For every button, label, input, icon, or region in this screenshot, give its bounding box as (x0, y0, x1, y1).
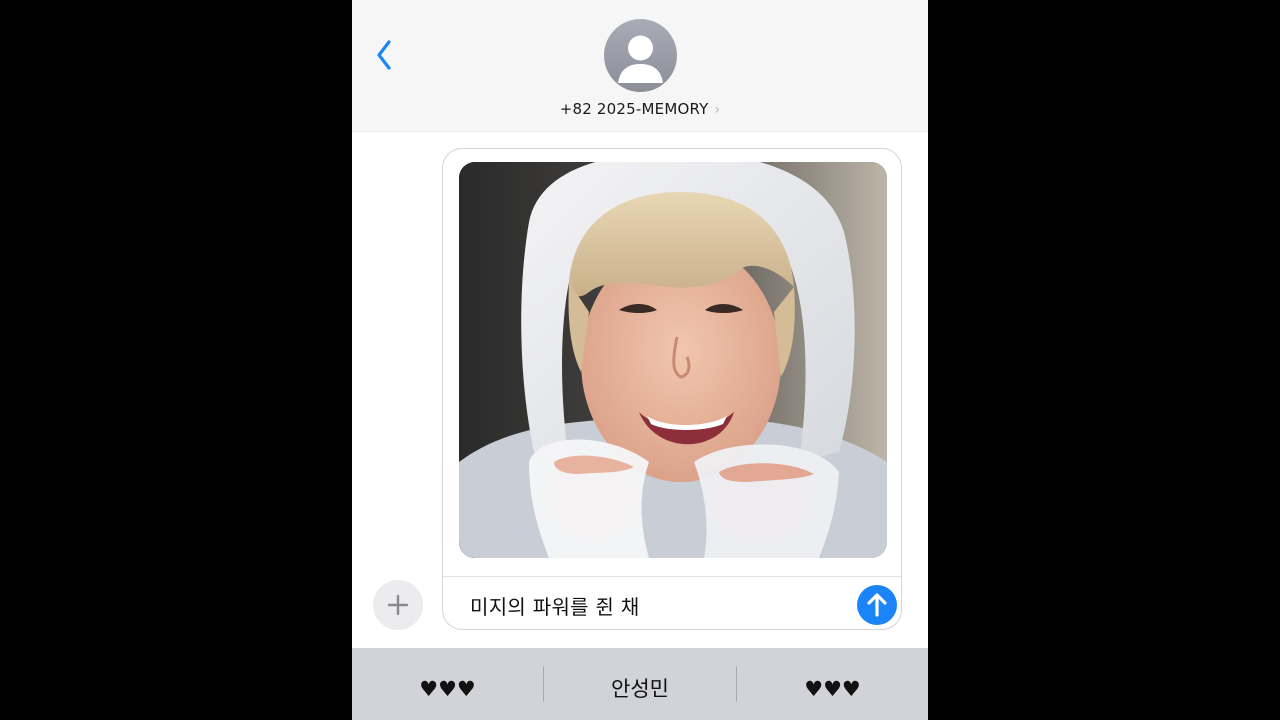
photo-image (459, 162, 887, 558)
contact-name[interactable]: +82 2025-MEMORY (560, 100, 709, 118)
message-text-field[interactable]: 미지의 파워를 쥔 채 (470, 591, 640, 620)
arrow-up-icon (867, 593, 887, 617)
chevron-left-icon (377, 40, 391, 70)
chevron-right-icon: › (714, 102, 721, 118)
add-attachment-button[interactable] (373, 580, 423, 630)
composer-divider (443, 576, 901, 577)
contact-avatar[interactable] (604, 19, 677, 92)
back-button[interactable] (372, 36, 400, 76)
plus-icon (387, 594, 409, 616)
person-silhouette-icon (618, 35, 663, 83)
suggestion-item-3[interactable]: ♥♥♥ (737, 648, 928, 720)
suggestion-item-1[interactable]: ♥♥♥ (352, 648, 543, 720)
suggestion-item-2[interactable]: 안성민 (544, 648, 736, 720)
send-button[interactable] (857, 585, 897, 625)
conversation-header: +82 2025-MEMORY › (352, 0, 928, 132)
attached-photo[interactable] (459, 162, 887, 558)
contact-name-row[interactable]: +82 2025-MEMORY › (352, 100, 928, 118)
keyboard-suggestion-bar: ♥♥♥ 안성민 ♥♥♥ (352, 648, 928, 720)
messages-screen: +82 2025-MEMORY › 미지의 파워를 쥔 채 ♥♥♥ 안성민 ♥♥… (352, 0, 928, 720)
message-composer[interactable]: 미지의 파워를 쥔 채 (442, 148, 902, 630)
